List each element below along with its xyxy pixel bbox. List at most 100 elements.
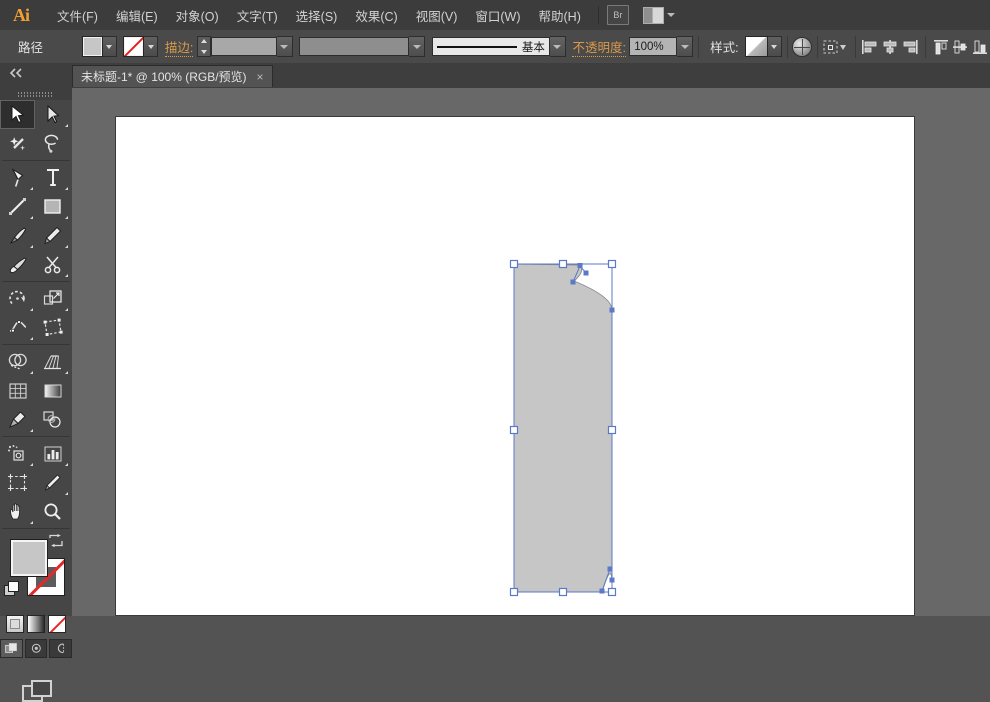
stroke-weight-stepper[interactable] xyxy=(196,36,211,57)
controlbar-divider-2 xyxy=(786,35,788,58)
blend-tool[interactable] xyxy=(35,405,70,434)
transform-panel-icon[interactable] xyxy=(823,36,849,58)
draw-normal-button[interactable] xyxy=(0,639,23,658)
stroke-swatch[interactable] xyxy=(123,36,145,57)
slice-tool[interactable] xyxy=(35,468,70,497)
artboard-tool[interactable] xyxy=(0,468,35,497)
change-screen-mode-button[interactable] xyxy=(0,680,72,702)
mesh-tool[interactable] xyxy=(0,376,35,405)
graphic-style-control[interactable] xyxy=(744,36,782,57)
gradient-mode-button[interactable] xyxy=(27,615,45,633)
stroke-swatch-dropdown[interactable] xyxy=(144,36,159,57)
tool-more-indicator-icon xyxy=(65,187,68,190)
stroke-weight-dropdown[interactable] xyxy=(276,36,293,57)
menu-select[interactable]: 选择(S) xyxy=(287,1,347,30)
collapse-panel-icon[interactable] xyxy=(5,65,29,81)
default-fill-stroke-icon[interactable] xyxy=(4,581,19,596)
menu-window[interactable]: 窗口(W) xyxy=(466,1,529,30)
shape-builder-tool[interactable] xyxy=(0,347,35,376)
draw-behind-button[interactable] xyxy=(24,639,48,658)
menu-type[interactable]: 文字(T) xyxy=(228,1,287,30)
scale-tool[interactable] xyxy=(35,284,70,313)
none-mode-button[interactable] xyxy=(48,615,66,633)
hand-tool[interactable] xyxy=(0,497,35,526)
align-horizontal-center-icon[interactable] xyxy=(880,36,900,58)
align-vertical-center-icon[interactable] xyxy=(950,36,970,58)
toolpanel-fill-swatch[interactable] xyxy=(10,539,48,577)
stroke-profile-input[interactable] xyxy=(299,37,410,56)
paintbrush-tool[interactable] xyxy=(0,221,35,250)
tool-more-indicator-icon xyxy=(30,521,33,524)
fill-swatch-combo[interactable] xyxy=(81,36,117,57)
opacity-input[interactable]: 100% xyxy=(629,37,678,56)
magic-wand-tool[interactable] xyxy=(0,129,35,158)
tools-panel-drag-handle[interactable] xyxy=(0,88,72,100)
align-bottom-icon[interactable] xyxy=(970,36,990,58)
align-left-icon[interactable] xyxy=(860,36,880,58)
eraser-scissors-tool[interactable] xyxy=(35,250,70,279)
document-canvas[interactable] xyxy=(72,88,990,616)
pencil-tool[interactable] xyxy=(35,221,70,250)
color-mode-button[interactable] xyxy=(6,615,24,633)
brush-definition-dropdown[interactable] xyxy=(549,36,566,57)
menu-file[interactable]: 文件(F) xyxy=(48,1,107,30)
opacity-label[interactable]: 不透明度: xyxy=(572,37,626,57)
recolor-artwork-icon[interactable] xyxy=(792,36,813,58)
graphic-style-swatch[interactable] xyxy=(744,36,768,57)
draw-inside-button[interactable] xyxy=(49,639,73,658)
width-tool[interactable] xyxy=(0,313,35,342)
stroke-weight-input[interactable] xyxy=(210,37,277,56)
stroke-swatch-combo[interactable] xyxy=(123,36,159,57)
opacity-dropdown[interactable] xyxy=(677,36,694,57)
tool-more-indicator-icon xyxy=(30,429,33,432)
close-icon[interactable]: × xyxy=(257,71,264,83)
menu-effect[interactable]: 效果(C) xyxy=(346,1,406,30)
brush-definition-label: 基本 xyxy=(521,41,545,54)
free-transform-tool[interactable] xyxy=(35,313,70,342)
menu-object[interactable]: 对象(O) xyxy=(167,1,228,30)
brush-definition-control[interactable]: 基本 xyxy=(431,36,566,57)
rotate-tool[interactable] xyxy=(0,284,35,313)
type-tool[interactable] xyxy=(35,163,70,192)
stroke-profile-control[interactable] xyxy=(299,36,426,57)
pen-tool[interactable] xyxy=(0,163,35,192)
symbol-sprayer-tool[interactable] xyxy=(0,439,35,468)
eyedropper-tool[interactable] xyxy=(0,405,35,434)
direct-selection-tool[interactable] xyxy=(35,100,70,129)
bbox-handle-bottom-left xyxy=(509,587,519,597)
tool-more-indicator-icon xyxy=(65,308,68,311)
stroke-weight-control[interactable] xyxy=(196,36,293,57)
tool-more-indicator-icon xyxy=(65,245,68,248)
stroke-weight-label[interactable]: 描边: xyxy=(164,37,194,57)
column-graph-tool[interactable] xyxy=(35,439,70,468)
fill-swatch[interactable] xyxy=(81,36,103,57)
bbox-handle-middle-right xyxy=(607,425,617,435)
tool-more-indicator-icon xyxy=(65,124,68,127)
stroke-profile-dropdown[interactable] xyxy=(409,36,426,57)
document-tab[interactable]: 未标题-1* @ 100% (RGB/预览) × xyxy=(72,65,273,87)
arrange-documents-icon[interactable] xyxy=(642,6,675,24)
selection-layer xyxy=(509,259,617,597)
fill-swatch-dropdown[interactable] xyxy=(102,36,117,57)
rectangle-tool[interactable] xyxy=(35,192,70,221)
tool-more-indicator-icon xyxy=(65,371,68,374)
lasso-tool[interactable] xyxy=(35,129,70,158)
blob-brush-tool[interactable] xyxy=(0,250,35,279)
stepper-up-icon xyxy=(198,37,210,45)
opacity-control[interactable]: 100% xyxy=(629,36,694,57)
gradient-tool[interactable] xyxy=(35,376,70,405)
line-segment-tool[interactable] xyxy=(0,192,35,221)
menu-view[interactable]: 视图(V) xyxy=(407,1,467,30)
brush-definition-input[interactable]: 基本 xyxy=(431,37,550,56)
graphic-style-dropdown[interactable] xyxy=(767,36,782,57)
menu-edit[interactable]: 编辑(E) xyxy=(107,1,167,30)
selection-tool[interactable] xyxy=(0,100,35,129)
menu-help[interactable]: 帮助(H) xyxy=(530,1,590,30)
perspective-grid-tool[interactable] xyxy=(35,347,70,376)
align-right-icon[interactable] xyxy=(900,36,920,58)
swap-fill-stroke-icon[interactable] xyxy=(48,534,64,548)
align-top-icon[interactable] xyxy=(931,36,951,58)
menu-bar: Ai 文件(F) 编辑(E) 对象(O) 文字(T) 选择(S) 效果(C) 视… xyxy=(0,0,990,31)
bridge-icon[interactable]: Br xyxy=(606,5,629,25)
zoom-tool[interactable] xyxy=(35,497,70,526)
